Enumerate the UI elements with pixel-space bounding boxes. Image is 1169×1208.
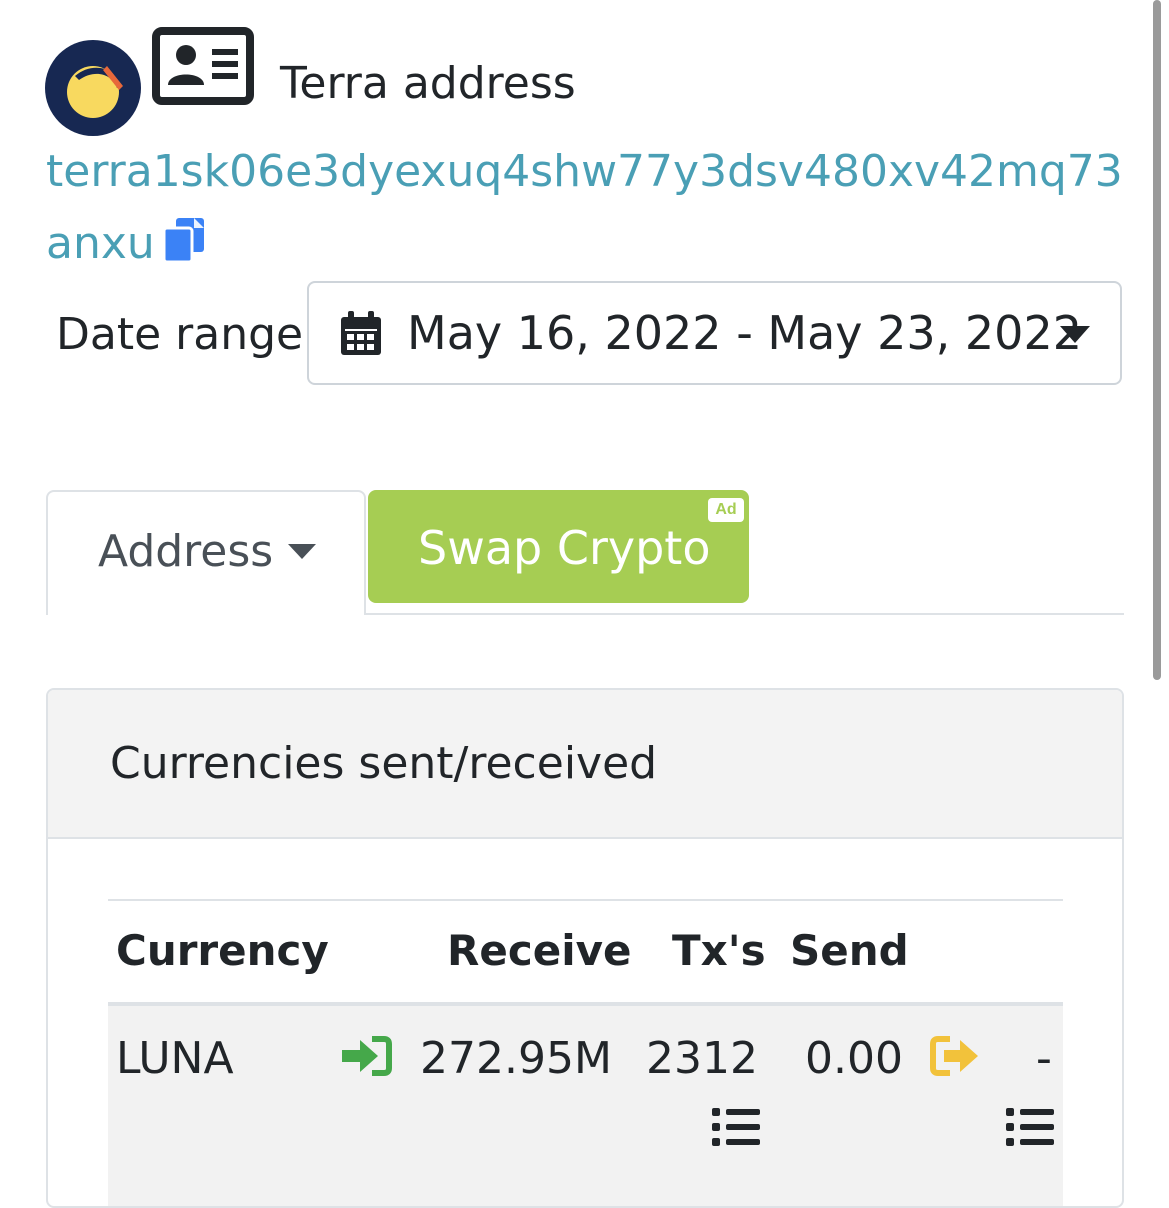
ad-badge: Ad xyxy=(708,498,744,522)
column-header-currency: Currency xyxy=(116,926,329,975)
card-header: Currencies sent/received xyxy=(48,690,1122,839)
tab-address-label: Address xyxy=(98,526,274,577)
cell-send: 0.00 xyxy=(805,1033,903,1084)
swap-crypto-button[interactable]: Swap Crypto Ad xyxy=(368,490,749,603)
page-title: Terra address xyxy=(280,58,576,109)
terra-logo xyxy=(45,40,141,136)
cell-currency: LUNA xyxy=(116,1033,234,1084)
column-header-receive: Receive xyxy=(447,926,632,975)
card-title: Currencies sent/received xyxy=(110,738,658,789)
address-line-2[interactable]: anxu xyxy=(46,214,155,274)
caret-down-icon xyxy=(288,544,316,560)
column-header-send: Send xyxy=(790,926,909,975)
tab-address[interactable]: Address xyxy=(46,490,366,615)
copy-icon[interactable] xyxy=(162,216,206,264)
caret-down-icon xyxy=(1060,326,1090,344)
cell-txs: 2312 xyxy=(646,1033,758,1084)
column-header-txs: Tx's xyxy=(672,926,766,975)
receive-sign-in-icon xyxy=(342,1036,392,1076)
send-tx-list-icon[interactable] xyxy=(1006,1106,1056,1148)
table-top-border xyxy=(108,899,1063,901)
cell-receive: 272.95M xyxy=(420,1033,612,1084)
date-range-value: May 16, 2022 - May 23, 2022 xyxy=(407,306,1082,360)
send-sign-out-icon[interactable] xyxy=(930,1036,980,1076)
address-card-icon xyxy=(152,27,254,105)
vertical-scrollbar[interactable] xyxy=(1153,0,1161,680)
currencies-card: Currencies sent/received Currency Receiv… xyxy=(46,688,1124,1208)
receive-tx-list-icon[interactable] xyxy=(712,1106,762,1148)
address-line-1[interactable]: terra1sk06e3dyexuq4shw77y3dsv480xv42mq73 xyxy=(46,142,1123,202)
swap-crypto-label: Swap Crypto xyxy=(418,521,711,575)
calendar-icon xyxy=(339,309,383,357)
date-range-label: Date range xyxy=(56,309,304,360)
date-range-picker[interactable]: May 16, 2022 - May 23, 2022 xyxy=(307,281,1122,385)
cell-send-txs: - xyxy=(1036,1033,1052,1084)
